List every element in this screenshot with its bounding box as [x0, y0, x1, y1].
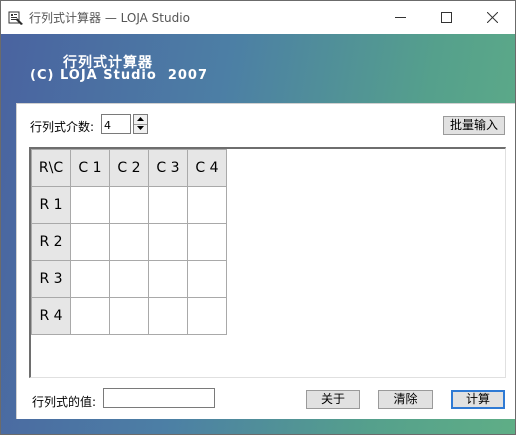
matrix-grid: R\C C 1 C 2 C 3 C 4 R 1 R 2 R 3 R 4	[29, 147, 506, 378]
order-spinner[interactable]	[133, 114, 148, 134]
row-header-r1: R 1	[31, 186, 71, 224]
matrix-cell[interactable]	[109, 297, 149, 335]
clear-button[interactable]: 清除	[378, 390, 433, 409]
matrix-table: R\C C 1 C 2 C 3 C 4 R 1 R 2 R 3 R 4	[31, 149, 227, 335]
result-field[interactable]	[103, 388, 215, 408]
header-copyright: (C) LOJA Studio 2007	[30, 68, 209, 83]
matrix-cell[interactable]	[187, 260, 227, 298]
matrix-row: R 4	[31, 297, 227, 335]
maximize-button[interactable]	[423, 1, 469, 34]
column-header-c1: C 1	[70, 149, 110, 187]
matrix-cell[interactable]	[187, 297, 227, 335]
matrix-cell[interactable]	[148, 260, 188, 298]
column-header-c2: C 2	[109, 149, 149, 187]
matrix-cell[interactable]	[70, 260, 110, 298]
calculate-button[interactable]: 计算	[451, 390, 505, 409]
column-header-c3: C 3	[148, 149, 188, 187]
app-icon[interactable]	[8, 10, 24, 26]
close-button[interactable]	[469, 1, 515, 34]
row-header-r3: R 3	[31, 260, 71, 298]
order-input[interactable]	[101, 114, 131, 134]
window-title: 行列式计算器 — LOJA Studio	[29, 11, 190, 25]
matrix-row: R 3	[31, 260, 227, 298]
matrix-cell[interactable]	[187, 186, 227, 224]
app-window: 行列式计算器 — LOJA Studio 行列式计算器 (C) LOJA Stu…	[0, 0, 516, 435]
column-header-c4: C 4	[187, 149, 227, 187]
row-header-r4: R 4	[31, 297, 71, 335]
matrix-corner-cell: R\C	[31, 149, 71, 187]
main-panel: 行列式介数: 批量输入 R\C C 1 C 2 C 3	[16, 103, 515, 419]
result-label: 行列式的值:	[32, 395, 97, 409]
arrow-up-icon	[137, 117, 144, 121]
batch-input-button[interactable]: 批量输入	[443, 116, 505, 135]
about-button[interactable]: 关于	[306, 390, 360, 409]
row-header-r2: R 2	[31, 223, 71, 261]
matrix-row: R 2	[31, 223, 227, 261]
matrix-cell[interactable]	[70, 223, 110, 261]
matrix-cell[interactable]	[148, 223, 188, 261]
matrix-cell[interactable]	[148, 186, 188, 224]
minimize-icon	[395, 17, 406, 18]
matrix-cell[interactable]	[70, 297, 110, 335]
title-bar[interactable]: 行列式计算器 — LOJA Studio	[1, 1, 515, 34]
maximize-icon	[441, 12, 452, 23]
arrow-down-icon	[137, 126, 144, 130]
matrix-cell[interactable]	[109, 260, 149, 298]
matrix-row: R 1	[31, 186, 227, 224]
minimize-button[interactable]	[377, 1, 423, 34]
matrix-cell[interactable]	[109, 223, 149, 261]
matrix-cell[interactable]	[109, 186, 149, 224]
matrix-cell[interactable]	[148, 297, 188, 335]
order-label: 行列式介数:	[30, 120, 95, 134]
matrix-cell[interactable]	[187, 223, 227, 261]
matrix-cell[interactable]	[70, 186, 110, 224]
close-icon	[487, 12, 498, 23]
matrix-header-row: R\C C 1 C 2 C 3 C 4	[31, 149, 227, 187]
spin-down-button[interactable]	[134, 124, 147, 133]
